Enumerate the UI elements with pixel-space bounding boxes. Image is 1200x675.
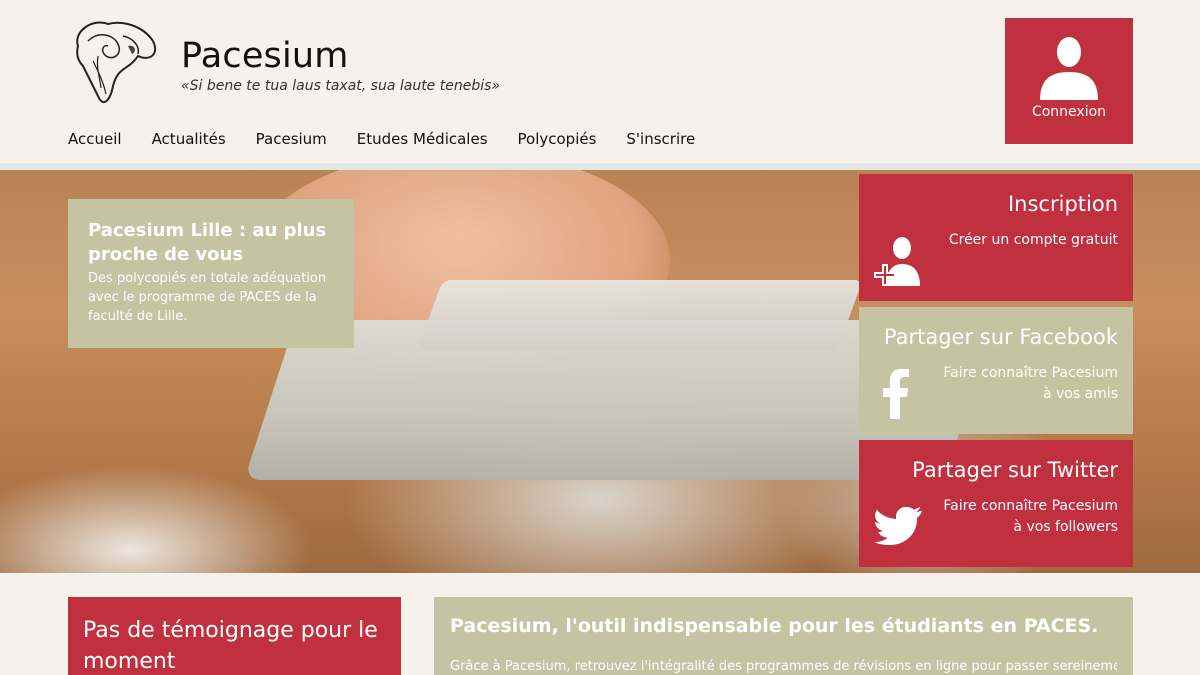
inscription-tile[interactable]: Inscription Créer un compte gratuit	[859, 174, 1133, 301]
nav-accueil[interactable]: Accueil	[68, 130, 122, 148]
hero-card-title: Pacesium Lille : au plus proche de vous	[88, 220, 327, 265]
twitter-subtitle-line1: Faire connaître Pacesium	[943, 498, 1118, 514]
twitter-share-tile[interactable]: Partager sur Twitter Faire connaître Pac…	[859, 440, 1133, 567]
facebook-icon	[883, 369, 909, 419]
facebook-share-tile[interactable]: Partager sur Facebook Faire connaître Pa…	[859, 307, 1133, 434]
twitter-icon	[874, 506, 922, 546]
site-title[interactable]: Pacesium	[181, 36, 349, 76]
testimony-box: Pas de témoignage pour le moment	[68, 597, 401, 675]
nav-etudes-medicales[interactable]: Etudes Médicales	[357, 130, 488, 148]
hero-photo-keys	[417, 280, 863, 350]
facebook-title: Partager sur Facebook	[883, 325, 1118, 349]
logo-icon[interactable]	[68, 16, 162, 111]
site-motto: «Si bene te tua laus taxat, sua laute te…	[181, 78, 501, 94]
twitter-subtitle: Faire connaître Pacesium à vos followers	[943, 496, 1118, 538]
facebook-subtitle-line1: Faire connaître Pacesium	[943, 365, 1118, 381]
main-nav: Accueil Actualités Pacesium Etudes Médic…	[68, 130, 725, 148]
facebook-subtitle-line2: à vos amis	[1042, 386, 1118, 402]
nav-polycopies[interactable]: Polycopiés	[518, 130, 597, 148]
login-button[interactable]: Connexion	[1005, 18, 1133, 144]
promo-text: Grâce à Pacesium, retrouvez l'intégralit…	[450, 659, 1117, 674]
inscription-subtitle: Créer un compte gratuit	[948, 232, 1118, 248]
hero-card-text: Des polycopiés en totale adéquation avec…	[88, 271, 327, 324]
nav-actualites[interactable]: Actualités	[152, 130, 226, 148]
site-header: Pacesium «Si bene te tua laus taxat, sua…	[0, 0, 1200, 163]
twitter-subtitle-line2: à vos followers	[1013, 519, 1118, 535]
user-add-icon	[874, 237, 920, 286]
nav-pacesium[interactable]: Pacesium	[256, 130, 327, 148]
testimony-text: Pas de témoignage pour le moment	[83, 618, 378, 674]
promo-title: Pacesium, l'outil indispensable pour les…	[450, 615, 1099, 637]
header-separator	[0, 163, 1200, 170]
login-label: Connexion	[1031, 104, 1107, 120]
facebook-subtitle: Faire connaître Pacesium à vos amis	[943, 363, 1118, 405]
twitter-title: Partager sur Twitter	[912, 458, 1118, 482]
hero-card[interactable]: Pacesium Lille : au plus proche de vous …	[68, 199, 354, 348]
inscription-title: Inscription	[1007, 192, 1118, 216]
user-icon	[1040, 37, 1098, 100]
promo-box: Pacesium, l'outil indispensable pour les…	[434, 597, 1133, 675]
nav-sinscrire[interactable]: S'inscrire	[626, 130, 695, 148]
